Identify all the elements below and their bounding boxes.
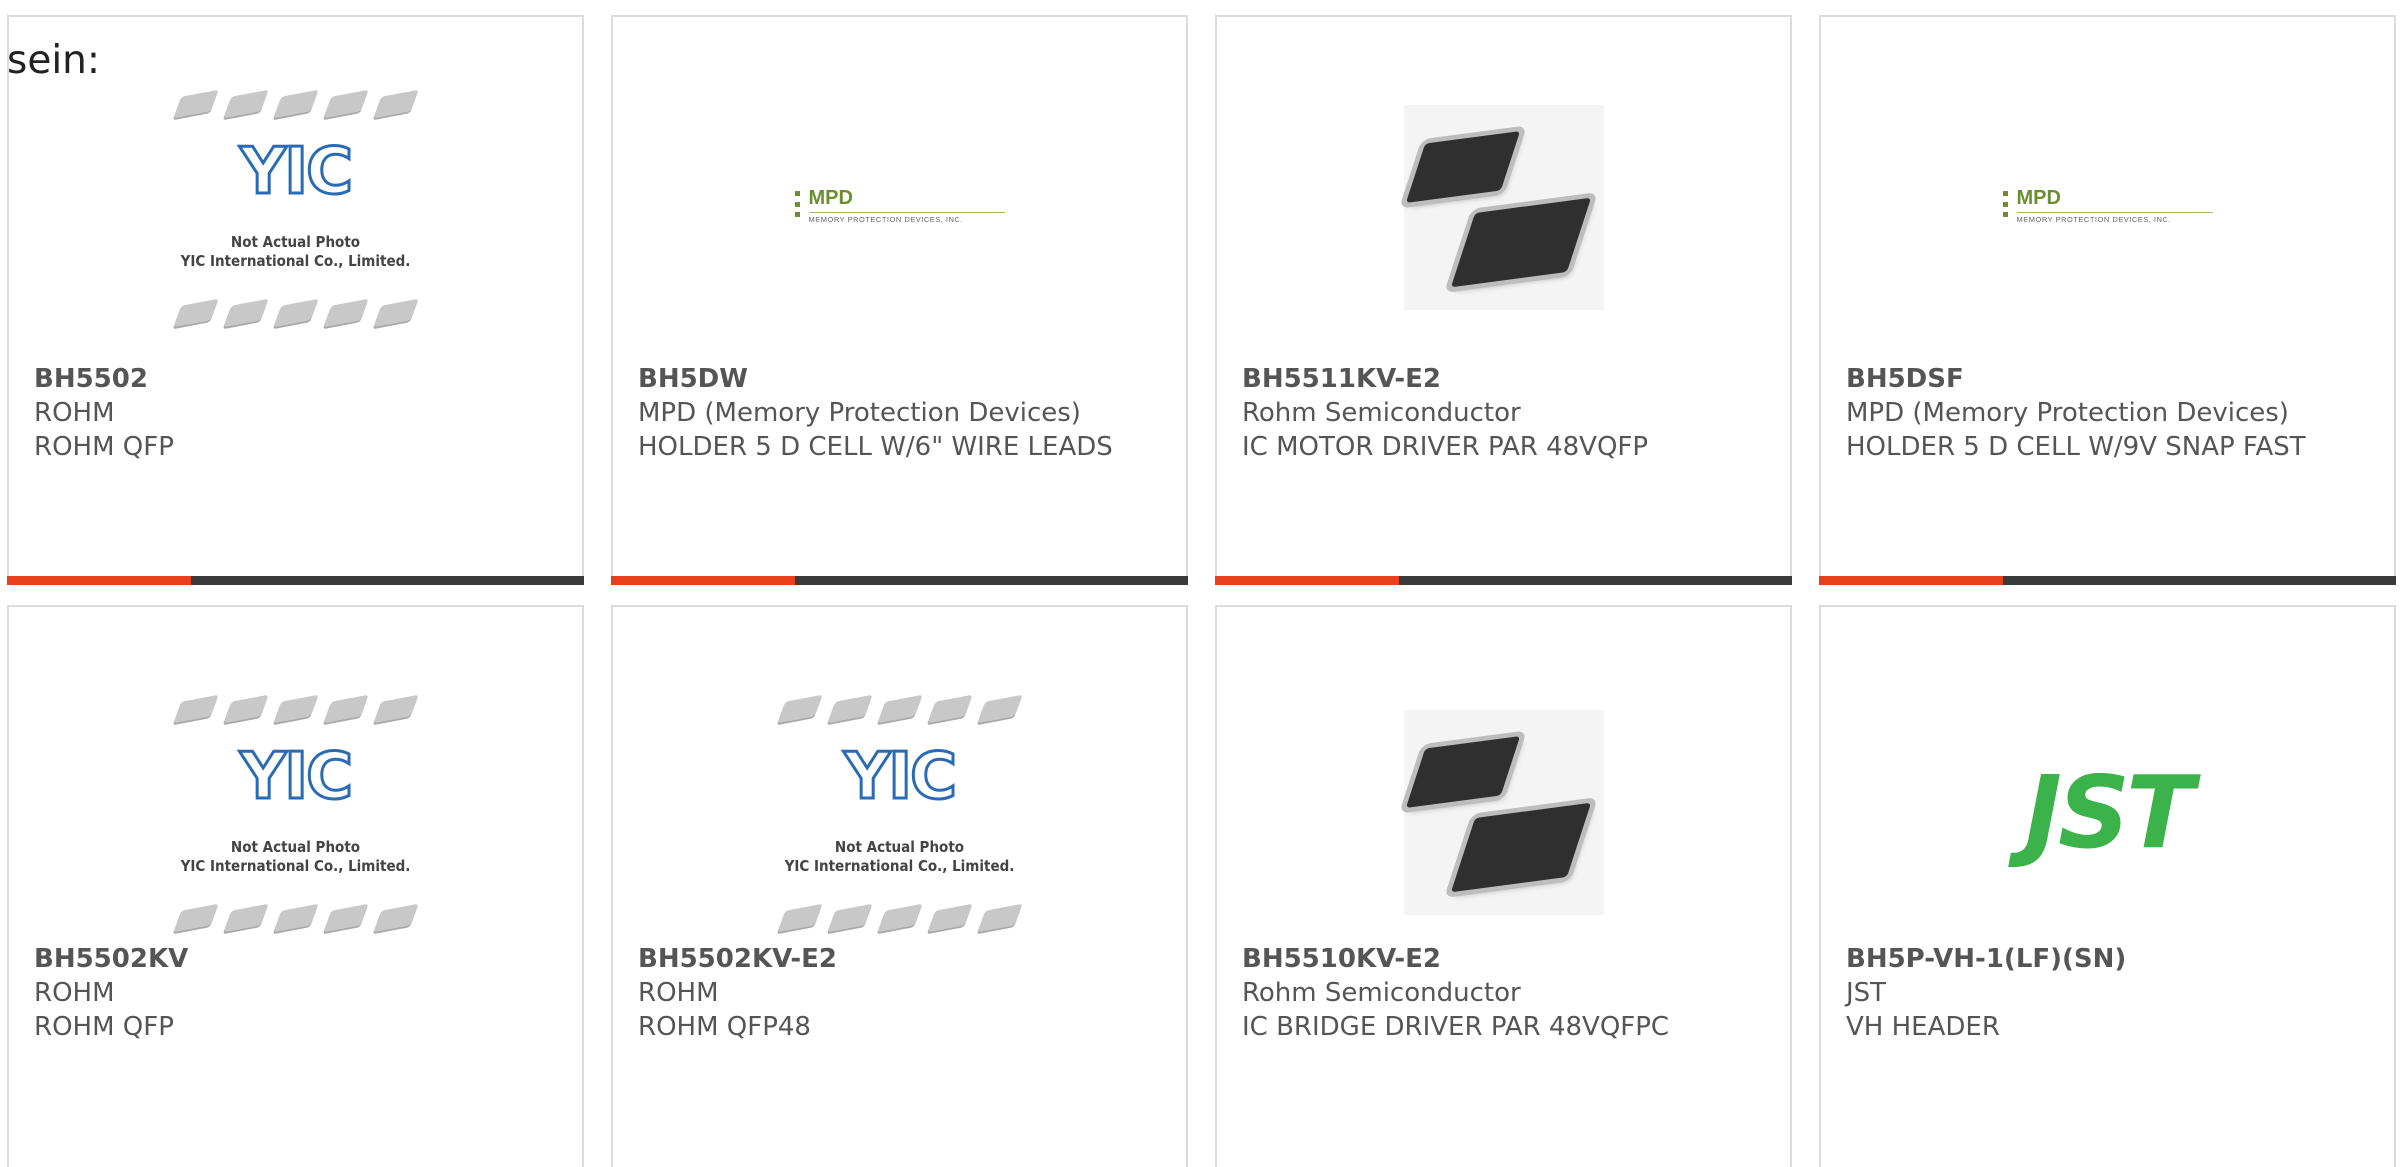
yic-logo: YIC <box>238 738 354 815</box>
product-card[interactable]: BH5510KV-E2 Rohm Semiconductor IC BRIDGE… <box>1215 605 1792 1167</box>
yic-placeholder-image: YIC Not Actual Photo YIC International C… <box>755 690 1045 935</box>
description: VH HEADER <box>1846 1012 2000 1042</box>
product-card[interactable]: JST BH5P-VH-1(LF)(SN) JST VH HEADER <box>1819 605 2396 1167</box>
manufacturer: Rohm Semiconductor <box>1242 978 1521 1008</box>
mpd-logo: MPD <box>808 187 853 209</box>
yic-logo: YIC <box>238 133 354 210</box>
description: ROHM QFP <box>34 432 174 462</box>
chip-icons-row <box>755 903 1045 932</box>
description: ROHM QFP <box>34 1012 174 1042</box>
product-image[interactable]: MPD MEMORY PROTECTION DEVICES, INC. <box>1821 62 2394 352</box>
chip-icons-row <box>151 298 441 327</box>
part-number-link[interactable]: BH5511KV-E2 <box>1242 362 1770 396</box>
chip-icons-row <box>755 694 1045 723</box>
manufacturer: ROHM <box>638 978 719 1008</box>
mpd-logo-image: MPD MEMORY PROTECTION DEVICES, INC. <box>2002 187 2213 227</box>
image-caption: Not Actual Photo YIC International Co., … <box>755 838 1045 876</box>
yic-placeholder-image: YIC Not Actual Photo YIC International C… <box>151 690 441 935</box>
mpd-subtitle: MEMORY PROTECTION DEVICES, INC. <box>2016 215 2171 224</box>
product-info: BH5502KV ROHM ROHM QFP <box>34 942 562 1044</box>
ic-chip-photo <box>1403 104 1604 310</box>
product-grid-page: sein: YIC Not Actual Photo YIC Internati… <box>0 0 2400 1167</box>
truncated-heading-text: sein: <box>7 38 101 83</box>
yic-logo: YIC <box>842 738 958 815</box>
product-info: BH5502 ROHM ROHM QFP <box>34 362 562 464</box>
part-number-link[interactable]: BH5502 <box>34 362 562 396</box>
part-number-link[interactable]: BH5DW <box>638 362 1166 396</box>
description: IC BRIDGE DRIVER PAR 48VQFPC <box>1242 1012 1670 1042</box>
part-number-link[interactable]: BH5DSF <box>1846 362 2374 396</box>
chip-icons-row <box>151 694 441 723</box>
caption-line-1: Not Actual Photo <box>230 232 361 251</box>
mpd-logo: MPD <box>2016 187 2061 209</box>
ic-chip-photo <box>1403 709 1604 915</box>
product-image[interactable]: MPD MEMORY PROTECTION DEVICES, INC. <box>613 62 1186 352</box>
product-card[interactable]: BH5511KV-E2 Rohm Semiconductor IC MOTOR … <box>1215 15 1792 585</box>
part-number-link[interactable]: BH5P-VH-1(LF)(SN) <box>1846 942 2374 976</box>
product-info: BH5P-VH-1(LF)(SN) JST VH HEADER <box>1846 942 2374 1044</box>
product-image[interactable]: JST <box>1821 667 2394 957</box>
product-card[interactable]: YIC Not Actual Photo YIC International C… <box>611 605 1188 1167</box>
image-caption: Not Actual Photo YIC International Co., … <box>151 838 441 876</box>
description: HOLDER 5 D CELL W/9V SNAP FAST <box>1846 432 2306 462</box>
card-accent-bar <box>1819 576 2396 585</box>
yic-placeholder-image: YIC Not Actual Photo YIC International C… <box>151 85 441 330</box>
manufacturer: JST <box>1846 978 1887 1008</box>
card-accent-bar <box>611 576 1188 585</box>
caption-line-2: YIC International Co., Limited. <box>180 856 411 875</box>
part-number-link[interactable]: BH5502KV-E2 <box>638 942 1166 976</box>
caption-line-1: Not Actual Photo <box>834 837 965 856</box>
product-card[interactable]: YIC Not Actual Photo YIC International C… <box>7 605 584 1167</box>
product-info: BH5510KV-E2 Rohm Semiconductor IC BRIDGE… <box>1242 942 1770 1044</box>
product-card[interactable]: MPD MEMORY PROTECTION DEVICES, INC. BH5D… <box>611 15 1188 585</box>
manufacturer: ROHM <box>34 398 115 428</box>
product-info: BH5511KV-E2 Rohm Semiconductor IC MOTOR … <box>1242 362 1770 464</box>
description: HOLDER 5 D CELL W/6" WIRE LEADS <box>638 432 1113 462</box>
part-number-link[interactable]: BH5502KV <box>34 942 562 976</box>
chip-icons-row <box>151 903 441 932</box>
product-card[interactable]: MPD MEMORY PROTECTION DEVICES, INC. BH5D… <box>1819 15 2396 585</box>
product-info: BH5DW MPD (Memory Protection Devices) HO… <box>638 362 1166 464</box>
mpd-logo-image: MPD MEMORY PROTECTION DEVICES, INC. <box>794 187 1005 227</box>
product-info: BH5DSF MPD (Memory Protection Devices) H… <box>1846 362 2374 464</box>
caption-line-2: YIC International Co., Limited. <box>784 856 1015 875</box>
card-accent-bar <box>7 576 584 585</box>
product-info: BH5502KV-E2 ROHM ROHM QFP48 <box>638 942 1166 1044</box>
description: IC MOTOR DRIVER PAR 48VQFP <box>1242 432 1649 462</box>
chip-icons-row <box>151 89 441 118</box>
part-number-link[interactable]: BH5510KV-E2 <box>1242 942 1770 976</box>
product-image[interactable] <box>1217 667 1790 957</box>
mpd-subtitle: MEMORY PROTECTION DEVICES, INC. <box>808 215 963 224</box>
manufacturer: Rohm Semiconductor <box>1242 398 1521 428</box>
product-card[interactable]: YIC Not Actual Photo YIC International C… <box>7 15 584 585</box>
image-caption: Not Actual Photo YIC International Co., … <box>151 233 441 271</box>
product-image[interactable]: YIC Not Actual Photo YIC International C… <box>9 62 582 352</box>
card-accent-bar <box>1215 576 1792 585</box>
description: ROHM QFP48 <box>638 1012 811 1042</box>
manufacturer: MPD (Memory Protection Devices) <box>1846 398 2289 428</box>
manufacturer: ROHM <box>34 978 115 1008</box>
manufacturer: MPD (Memory Protection Devices) <box>638 398 1081 428</box>
caption-line-2: YIC International Co., Limited. <box>180 251 411 270</box>
product-image[interactable]: YIC Not Actual Photo YIC International C… <box>9 667 582 957</box>
caption-line-1: Not Actual Photo <box>230 837 361 856</box>
product-image[interactable] <box>1217 62 1790 352</box>
product-image[interactable]: YIC Not Actual Photo YIC International C… <box>613 667 1186 957</box>
jst-logo: JST <box>2024 753 2194 871</box>
